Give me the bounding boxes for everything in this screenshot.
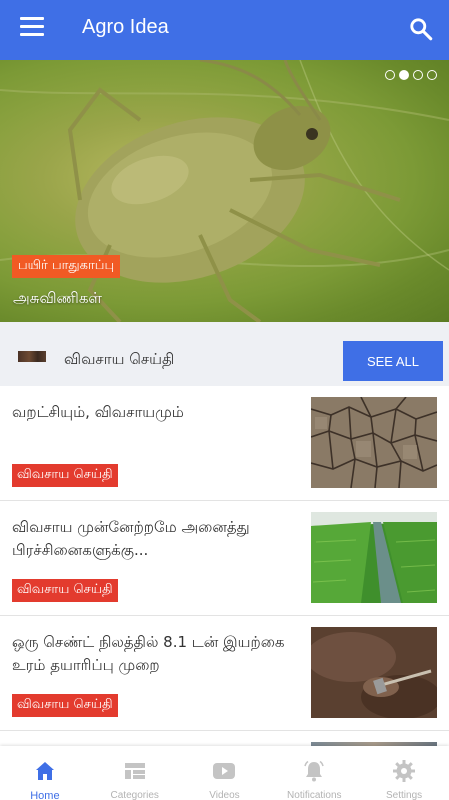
article-title[interactable]: ஒரு செண்ட் நிலத்தில் 8.1 டன் இயற்கை உரம்… [12, 631, 297, 677]
section-header: விவசாய செய்தி SEE ALL [0, 322, 449, 386]
category-badge[interactable]: விவசாய செய்தி [12, 579, 118, 602]
categories-icon [124, 763, 145, 779]
section-title: விவசாய செய்தி [64, 350, 175, 368]
category-badge[interactable]: விவசாய செய்தி [12, 694, 118, 717]
nav-categories[interactable]: Categories [90, 746, 180, 800]
article-title[interactable]: வறட்சியும், விவசாயமும் [12, 401, 297, 424]
article-thumbnail[interactable] [311, 397, 437, 488]
gear-icon [393, 760, 416, 782]
category-badge[interactable]: விவசாய செய்தி [12, 464, 118, 487]
carousel-dot[interactable] [427, 70, 437, 80]
video-icon [213, 763, 236, 779]
bottom-navigation: Home Categories Videos Notifications Set… [0, 746, 449, 800]
nav-notifications[interactable]: Notifications [269, 746, 359, 800]
list-item[interactable]: விவசாய முன்னேற்றமே அனைத்து பிரச்சினைகளுக… [0, 501, 449, 616]
carousel-indicator[interactable] [385, 70, 437, 80]
hero-carousel[interactable]: பயிர் பாதுகாப்பு அசுவிணிகள் [0, 60, 449, 322]
app-title: Agro Idea [82, 16, 169, 38]
aphid-image [0, 60, 449, 322]
list-item[interactable]: வறட்சியும், விவசாயமும் விவசாய செய்தி [0, 386, 449, 501]
nav-videos[interactable]: Videos [180, 746, 270, 800]
nav-videos-label: Videos [209, 790, 240, 800]
hero-category-tag[interactable]: பயிர் பாதுகாப்பு [12, 255, 121, 278]
nav-settings[interactable]: Settings [359, 746, 449, 800]
section-thumbnail [18, 351, 46, 362]
carousel-dot-active[interactable] [399, 70, 409, 80]
article-thumbnail[interactable] [311, 512, 437, 603]
menu-icon[interactable] [20, 17, 44, 39]
search-icon[interactable] [408, 16, 434, 42]
nav-notifications-label: Notifications [287, 790, 342, 800]
hero-caption[interactable]: அசுவிணிகள் [13, 289, 102, 309]
carousel-dot[interactable] [385, 70, 395, 80]
article-thumbnail[interactable] [311, 627, 437, 718]
article-title[interactable]: விவசாய முன்னேற்றமே அனைத்து பிரச்சினைகளுக… [12, 516, 297, 562]
article-list: வறட்சியும், விவசாயமும் விவசாய செய்தி விவ… [0, 386, 449, 731]
bell-icon [304, 760, 325, 782]
see-all-button[interactable]: SEE ALL [343, 341, 443, 381]
list-item[interactable]: ஒரு செண்ட் நிலத்தில் 8.1 டன் இயற்கை உரம்… [0, 616, 449, 731]
app-bar: Agro Idea [0, 0, 449, 60]
nav-categories-label: Categories [110, 790, 159, 800]
carousel-dot[interactable] [413, 70, 423, 80]
home-icon [35, 762, 54, 780]
nav-home[interactable]: Home [0, 746, 90, 800]
nav-settings-label: Settings [386, 790, 423, 800]
nav-home-label: Home [30, 790, 60, 800]
